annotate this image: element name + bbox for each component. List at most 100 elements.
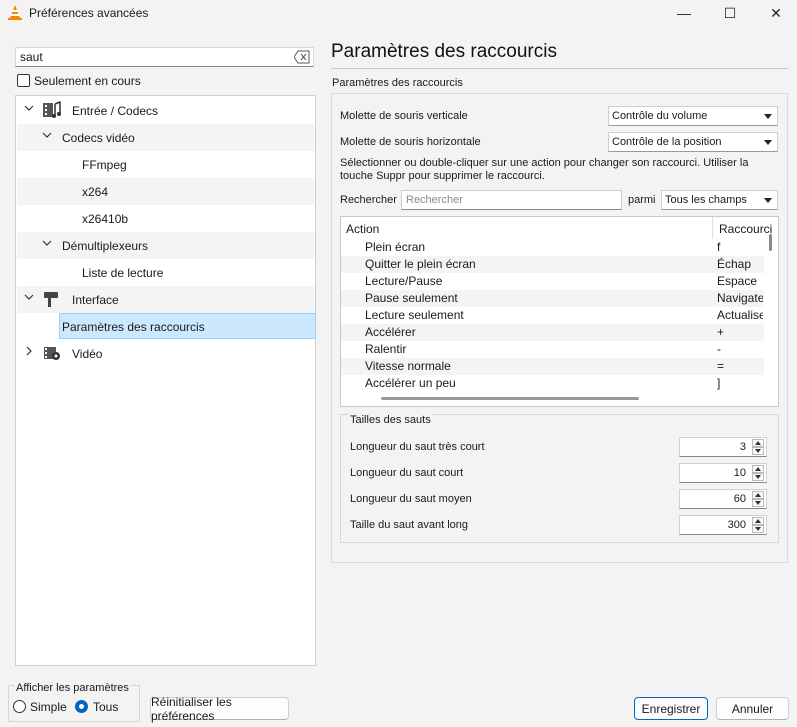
save-button[interactable]: Enregistrer (634, 697, 708, 720)
table-row[interactable]: Ralentir - (341, 341, 764, 358)
chevron-right-icon[interactable] (24, 346, 34, 356)
medium-jump-spinbox[interactable]: 60 (679, 489, 767, 509)
maximize-button[interactable]: ☐ (707, 0, 753, 26)
select-value: Contrôle de la position (612, 136, 722, 148)
all-radio[interactable] (75, 700, 88, 713)
short-jump-label: Longueur du saut court (350, 467, 464, 479)
all-label: Tous (93, 700, 119, 714)
only-current-label: Seulement en cours (34, 74, 141, 88)
very-short-jump-label: Longueur du saut très court (350, 441, 485, 453)
window-title: Préférences avancées (29, 6, 149, 20)
action-cell: Ralentir (365, 342, 407, 356)
divider (331, 68, 788, 69)
select-value: Tous les champs (665, 194, 747, 206)
show-settings-title: Afficher les paramètres (14, 682, 131, 694)
chevron-down-icon[interactable] (24, 103, 34, 113)
table-row[interactable]: Accélérer un peu] (341, 375, 764, 392)
header-text: Raccourci (719, 222, 773, 236)
very-short-jump-spinbox[interactable]: 3 (679, 437, 767, 457)
spin-value: 3 (739, 441, 746, 453)
tree-item-shortcuts-selected[interactable]: Paramètres des raccourcis (59, 313, 316, 339)
shortcuts-table[interactable]: Action Raccourci Plein écran f Quitter le… (340, 216, 779, 407)
minimize-button[interactable]: — (661, 0, 707, 26)
table-row[interactable]: Plein écran f (341, 239, 764, 256)
jump-sizes-title: Tailles des sauts (348, 414, 433, 426)
tree-item-label: Codecs vidéo (62, 131, 135, 145)
spin-down-icon[interactable] (752, 473, 764, 481)
tree-item-label: x264 (82, 185, 109, 199)
action-cell: Lecture seulement (365, 308, 464, 322)
spin-value: 10 (733, 467, 746, 479)
tree-item-label: x26410b (82, 212, 129, 226)
tree-item-label: Interface (72, 293, 119, 307)
spin-down-icon[interactable] (752, 525, 764, 533)
only-current-checkbox[interactable] (17, 74, 30, 87)
tree-item-input-codecs[interactable]: Entrée / Codecs (17, 97, 314, 124)
shortcut-cell: Échap (717, 257, 752, 271)
vertical-scrollbar[interactable] (769, 234, 772, 251)
spin-up-icon[interactable] (752, 517, 764, 525)
shortcut-cell: + (717, 325, 725, 339)
chevron-down-icon[interactable] (42, 238, 52, 248)
action-cell: Pause seulement (365, 291, 458, 305)
chevron-down-icon[interactable] (24, 292, 34, 302)
shortcut-cell: - (717, 342, 721, 356)
field-filter-select[interactable]: Tous les champs (661, 190, 778, 210)
wheel-horizontal-select[interactable]: Contrôle de la position (608, 132, 778, 152)
vlc-cone-icon (8, 5, 22, 20)
tree-item-demuxers[interactable]: Démultiplexeurs (17, 232, 314, 259)
medium-jump-label: Longueur du saut moyen (350, 493, 472, 505)
tree-item-ffmpeg[interactable]: FFmpeg (17, 151, 314, 178)
tree-item-label: Liste de lecture (82, 266, 164, 280)
video-icon (44, 347, 60, 360)
tree-item-playlist[interactable]: Liste de lecture (17, 259, 314, 286)
preferences-tree[interactable]: Entrée / Codecs Codecs vidéo FFmpeg x264… (15, 95, 316, 666)
tree-item-video-codecs[interactable]: Codecs vidéo (17, 124, 314, 151)
short-jump-spinbox[interactable]: 10 (679, 463, 767, 483)
chevron-down-icon[interactable] (42, 130, 52, 140)
clear-icon[interactable] (294, 50, 310, 64)
codec-icon (43, 101, 61, 118)
shortcut-cell: Espace (717, 274, 758, 288)
spin-down-icon[interactable] (752, 447, 764, 455)
tree-item-video[interactable]: Vidéo (17, 340, 314, 367)
table-row[interactable]: Lecture seulement Actualise (341, 307, 764, 324)
wheel-vertical-select[interactable]: Contrôle du volume (608, 106, 778, 126)
spin-up-icon[interactable] (752, 439, 764, 447)
wheel-vertical-label: Molette de souris verticale (340, 110, 468, 122)
column-header-action[interactable]: Action (341, 217, 713, 239)
close-button[interactable]: ✕ (753, 0, 797, 26)
shortcut-cell: ] (717, 376, 721, 390)
table-row[interactable]: Accélérer + (341, 324, 764, 341)
table-row[interactable]: Vitesse normale = (341, 358, 764, 375)
tree-item-label: Démultiplexeurs (62, 239, 149, 253)
reset-preferences-button[interactable]: Réinitialiser les préférences (150, 695, 289, 723)
section-label: Paramètres des raccourcis (332, 77, 463, 89)
shortcut-hint: Sélectionner ou double-cliquer sur une a… (340, 157, 749, 182)
action-cell: Plein écran (365, 240, 426, 254)
column-header-shortcut[interactable]: Raccourci (714, 217, 774, 239)
tree-item-x26410b[interactable]: x26410b (17, 205, 314, 232)
select-value: Contrôle du volume (612, 110, 708, 122)
spin-value: 300 (727, 519, 746, 531)
table-row[interactable]: Lecture/Pause Espace (341, 273, 764, 290)
table-row[interactable]: Pause seulement Navigate (341, 290, 764, 307)
spin-up-icon[interactable] (752, 491, 764, 499)
horizontal-scrollbar[interactable] (381, 397, 639, 400)
tree-item-interface[interactable]: Interface (17, 286, 314, 313)
among-label: parmi (628, 194, 656, 206)
shortcut-search-input[interactable]: Rechercher (401, 190, 622, 210)
search-input[interactable]: saut (15, 47, 314, 67)
spin-down-icon[interactable] (752, 499, 764, 507)
header-text: Action (346, 222, 380, 236)
long-jump-spinbox[interactable]: 300 (679, 515, 767, 535)
tree-item-x264[interactable]: x264 (17, 178, 314, 205)
cancel-button[interactable]: Annuler (716, 697, 789, 720)
simple-radio[interactable] (13, 700, 26, 713)
table-row[interactable]: Quitter le plein écran Échap (341, 256, 764, 273)
search-value: saut (20, 50, 43, 64)
filter-label: Rechercher (340, 194, 397, 206)
spin-up-icon[interactable] (752, 465, 764, 473)
dropdown-arrow-icon (764, 114, 772, 119)
tree-item-label: Paramètres des raccourcis (62, 320, 205, 334)
